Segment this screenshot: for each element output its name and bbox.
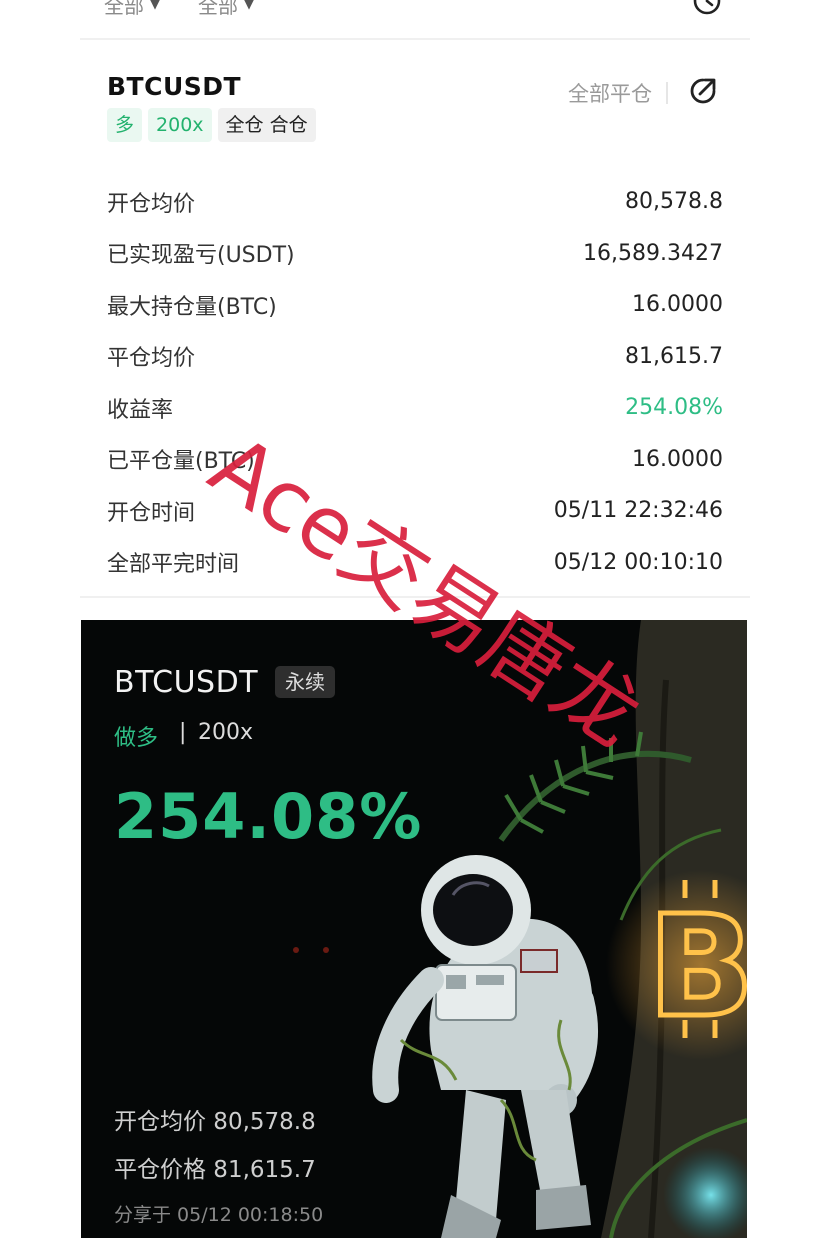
filter-label: 全部: [198, 0, 238, 18]
history-clock-icon[interactable]: [692, 0, 722, 16]
filter-bar: 全部 ▼ 全部 ▼: [80, 0, 750, 40]
side-tag: 多: [107, 108, 143, 142]
divider: [666, 82, 668, 104]
detail-row-closed-qty: 已平仓量(BTC) 16.0000: [107, 434, 723, 486]
detail-row-max-position: 最大持仓量(BTC) 16.0000: [107, 279, 723, 331]
detail-value: 05/12 00:10:10: [553, 549, 723, 575]
poster-side: 做多: [114, 726, 159, 751]
detail-value: 05/11 22:32:46: [553, 498, 723, 524]
detail-row-open-avg: 开仓均价 80,578.8: [107, 176, 723, 228]
poster-symbol: BTCUSDT: [114, 665, 259, 700]
detail-label: 已平仓量(BTC): [107, 449, 255, 475]
poster-close-price: 平仓价格 81,615.7: [114, 1157, 316, 1183]
detail-row-close-avg: 平仓均价 81,615.7: [107, 331, 723, 383]
detail-value: 16.0000: [632, 292, 723, 318]
symbol-title: BTCUSDT: [107, 72, 242, 101]
position-card: BTCUSDT 多 200x 全仓 合仓 全部平仓 开仓均价 80,578.8 …: [80, 42, 750, 598]
detail-value: 16.0000: [632, 446, 723, 472]
margin-mode-tag: 全仓 合仓: [217, 108, 316, 142]
caret-down-icon: ▼: [150, 0, 160, 12]
detail-value: 254.08%: [625, 395, 723, 421]
poster-roi: 254.08%: [114, 780, 423, 853]
detail-value: 80,578.8: [625, 189, 723, 215]
detail-label: 已实现盈亏(USDT): [107, 243, 295, 269]
perpetual-badge: 永续: [275, 666, 335, 698]
position-details: 开仓均价 80,578.8 已实现盈亏(USDT) 16,589.3427 最大…: [107, 176, 723, 588]
detail-label: 开仓时间: [107, 500, 196, 526]
detail-label: 最大持仓量(BTC): [107, 294, 277, 320]
detail-label: 平仓均价: [107, 346, 196, 372]
detail-row-roi: 收益率 254.08%: [107, 382, 723, 434]
filter-dropdown-2[interactable]: 全部 ▼: [198, 0, 254, 19]
astronaut-figure: [372, 855, 599, 1238]
detail-label: 开仓均价: [107, 191, 196, 217]
detail-label: 全部平完时间: [107, 552, 240, 578]
share-icon[interactable]: [686, 74, 720, 108]
detail-value: 16,589.3427: [583, 240, 723, 266]
position-tags: 多 200x 全仓 合仓: [107, 108, 316, 142]
poster-leverage: 200x: [198, 720, 254, 745]
share-poster: B BTCUSDT 永续 做多 | 200x 254.08% 开仓均价 80,5…: [81, 620, 747, 1238]
poster-separator: |: [179, 720, 187, 745]
poster-share-time: 分享于 05/12 00:18:50: [114, 1204, 324, 1226]
filter-dropdown-1[interactable]: 全部 ▼: [104, 0, 160, 19]
detail-value: 81,615.7: [625, 343, 723, 369]
detail-row-close-time: 全部平完时间 05/12 00:10:10: [107, 537, 723, 589]
detail-row-realized-pnl: 已实现盈亏(USDT) 16,589.3427: [107, 228, 723, 280]
detail-label: 收益率: [107, 397, 174, 423]
filter-label: 全部: [104, 0, 144, 18]
close-all-button[interactable]: 全部平仓: [568, 78, 652, 108]
detail-row-open-time: 开仓时间 05/11 22:32:46: [107, 485, 723, 537]
bitcoin-symbol-icon: B: [648, 886, 747, 1049]
poster-open-price: 开仓均价 80,578.8: [114, 1109, 316, 1135]
caret-down-icon: ▼: [244, 0, 254, 12]
leverage-tag: 200x: [148, 108, 212, 142]
astronaut-bitcoin-illustration: B: [293, 620, 747, 1238]
